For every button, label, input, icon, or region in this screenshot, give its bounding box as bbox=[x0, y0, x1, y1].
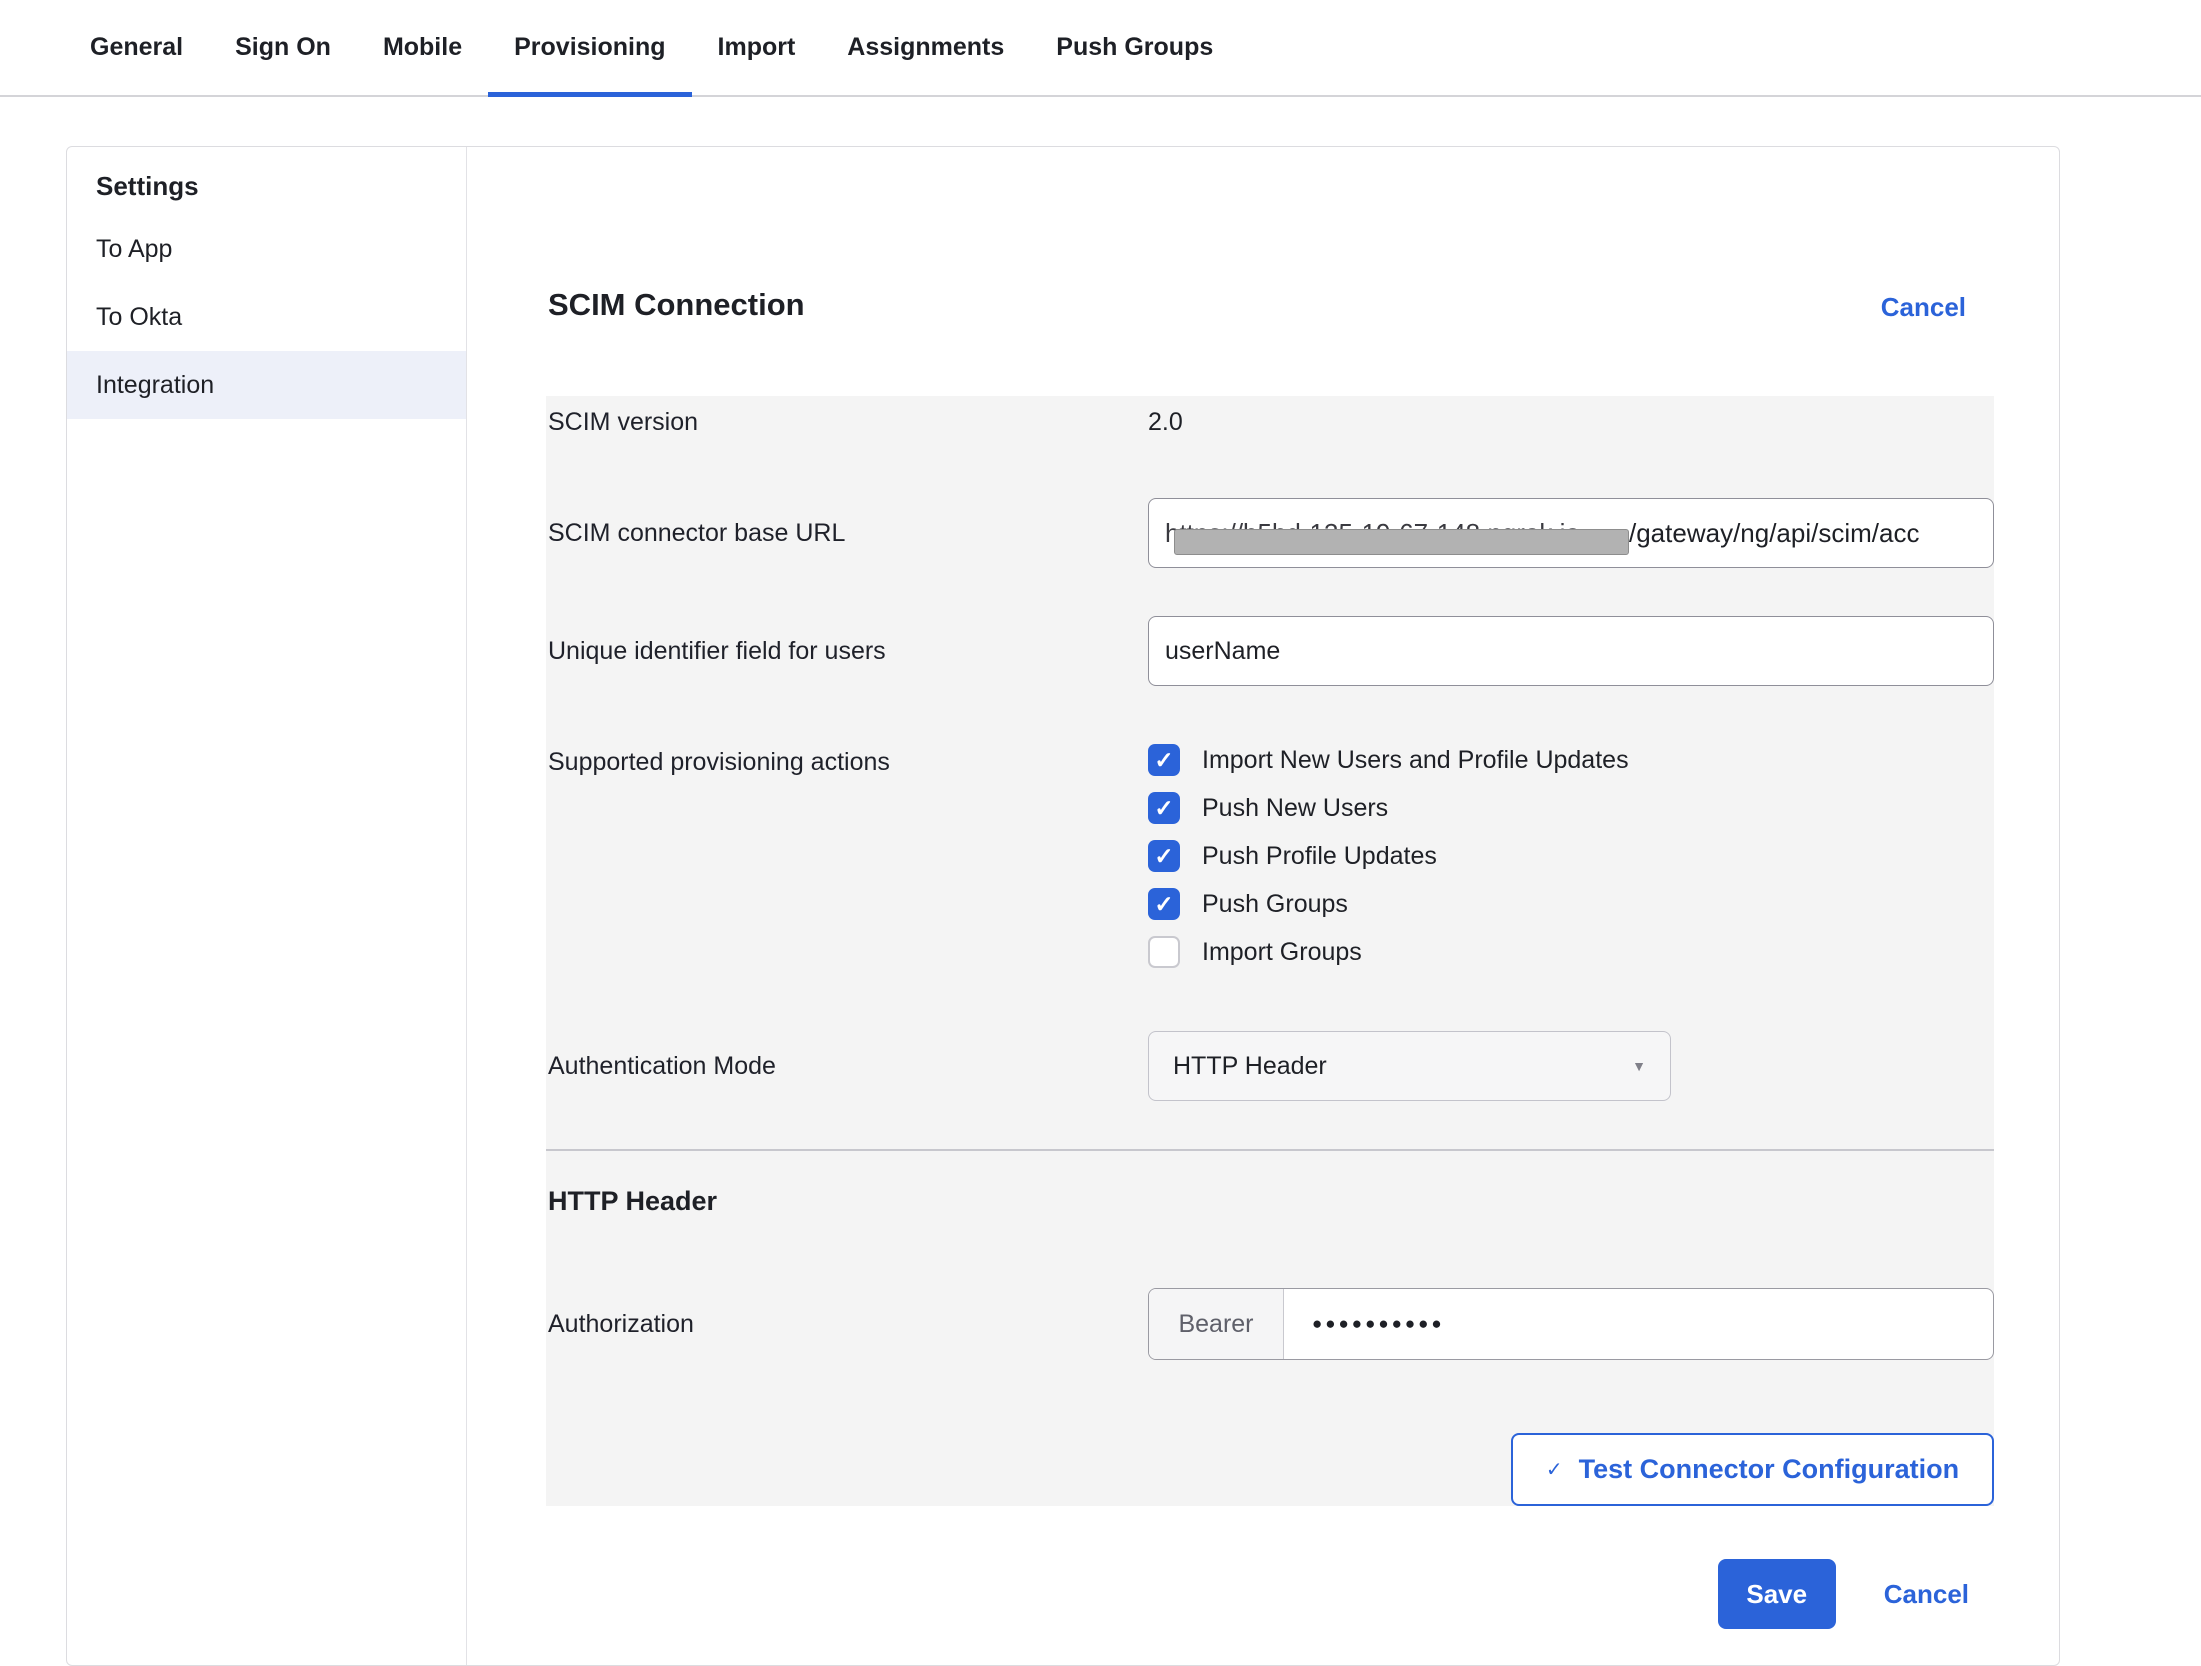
header-cancel-link[interactable]: Cancel bbox=[1881, 292, 1966, 323]
test-connector-configuration-label: Test Connector Configuration bbox=[1579, 1454, 1959, 1485]
check-icon: ✓ bbox=[1546, 1457, 1563, 1482]
authentication-mode-label: Authentication Mode bbox=[546, 1052, 1148, 1081]
tab-assignments[interactable]: Assignments bbox=[821, 0, 1030, 95]
checkbox-label: Push Profile Updates bbox=[1202, 842, 1437, 871]
authorization-input-group: Bearer ●●●●●●●●●● bbox=[1148, 1288, 1994, 1360]
chevron-down-icon: ▼ bbox=[1632, 1058, 1646, 1074]
checkbox-label: Import New Users and Profile Updates bbox=[1202, 746, 1629, 775]
main-content: SCIM Connection Cancel SCIM version 2.0 … bbox=[546, 147, 1994, 1665]
provisioning-card: Settings To App To Okta Integration SCIM… bbox=[66, 146, 2060, 1666]
app-tab-bar: General Sign On Mobile Provisioning Impo… bbox=[0, 0, 2201, 97]
save-button[interactable]: Save bbox=[1718, 1559, 1836, 1629]
unique-identifier-input[interactable] bbox=[1148, 616, 1994, 686]
checkbox-row-push-profile-updates[interactable]: ✓ Push Profile Updates bbox=[1148, 832, 1629, 880]
authentication-mode-value: HTTP Header bbox=[1173, 1052, 1327, 1081]
footer-cancel-link[interactable]: Cancel bbox=[1884, 1579, 1969, 1610]
provisioning-actions-label: Supported provisioning actions bbox=[546, 736, 1148, 777]
checkbox-checked-icon[interactable]: ✓ bbox=[1148, 744, 1180, 776]
checkbox-row-push-new-users[interactable]: ✓ Push New Users bbox=[1148, 784, 1629, 832]
checkbox-checked-icon[interactable]: ✓ bbox=[1148, 840, 1180, 872]
checkbox-checked-icon[interactable]: ✓ bbox=[1148, 792, 1180, 824]
authentication-mode-select[interactable]: HTTP Header ▼ bbox=[1148, 1031, 1671, 1101]
page-title: SCIM Connection bbox=[548, 287, 805, 323]
checkbox-label: Push New Users bbox=[1202, 794, 1388, 823]
section-divider bbox=[546, 1149, 1994, 1151]
provisioning-actions-checklist: ✓ Import New Users and Profile Updates ✓… bbox=[1148, 736, 1629, 976]
tab-provisioning[interactable]: Provisioning bbox=[488, 0, 691, 95]
base-url-input[interactable]: https://b5bd-135-19-67-148.ngrok.io/gate… bbox=[1148, 498, 1994, 568]
checkbox-unchecked-icon[interactable] bbox=[1148, 936, 1180, 968]
scim-settings-panel: SCIM version 2.0 SCIM connector base URL… bbox=[546, 396, 1994, 1506]
settings-sidebar: Settings To App To Okta Integration bbox=[67, 147, 467, 1665]
checkbox-row-import-new-users[interactable]: ✓ Import New Users and Profile Updates bbox=[1148, 736, 1629, 784]
scim-version-label: SCIM version bbox=[546, 408, 1148, 437]
tab-import[interactable]: Import bbox=[692, 0, 822, 95]
base-url-visible-tail: /gateway/ng/api/scim/acc bbox=[1629, 518, 1919, 549]
tab-general[interactable]: General bbox=[64, 0, 209, 95]
checkbox-row-import-groups[interactable]: Import Groups bbox=[1148, 928, 1629, 976]
unique-identifier-label: Unique identifier field for users bbox=[546, 637, 1148, 666]
form-footer: Save Cancel bbox=[1718, 1559, 1994, 1629]
redaction-bar bbox=[1174, 529, 1629, 555]
test-connector-configuration-button[interactable]: ✓ Test Connector Configuration bbox=[1511, 1433, 1994, 1506]
sidebar-item-to-okta[interactable]: To Okta bbox=[67, 283, 466, 351]
checkbox-label: Import Groups bbox=[1202, 938, 1362, 967]
sidebar-item-to-app[interactable]: To App bbox=[67, 215, 466, 283]
checkbox-label: Push Groups bbox=[1202, 890, 1348, 919]
authorization-token-input[interactable]: ●●●●●●●●●● bbox=[1284, 1289, 1993, 1359]
checkbox-row-push-groups[interactable]: ✓ Push Groups bbox=[1148, 880, 1629, 928]
base-url-label: SCIM connector base URL bbox=[546, 519, 1148, 548]
authorization-label: Authorization bbox=[546, 1310, 1148, 1339]
provisioning-actions-row: Supported provisioning actions ✓ Import … bbox=[546, 736, 1994, 976]
unique-identifier-row: Unique identifier field for users bbox=[546, 616, 1994, 686]
base-url-row: SCIM connector base URL https://b5bd-135… bbox=[546, 498, 1994, 568]
sidebar-title: Settings bbox=[67, 147, 466, 215]
authorization-row: Authorization Bearer ●●●●●●●●●● bbox=[546, 1288, 1994, 1360]
tab-sign-on[interactable]: Sign On bbox=[209, 0, 357, 95]
sidebar-item-integration[interactable]: Integration bbox=[67, 351, 466, 419]
checkbox-checked-icon[interactable]: ✓ bbox=[1148, 888, 1180, 920]
scim-version-value: 2.0 bbox=[1148, 408, 1183, 437]
authentication-mode-row: Authentication Mode HTTP Header ▼ bbox=[546, 1031, 1994, 1101]
tab-mobile[interactable]: Mobile bbox=[357, 0, 488, 95]
scim-version-row: SCIM version 2.0 bbox=[546, 408, 1994, 437]
bearer-prefix: Bearer bbox=[1149, 1289, 1284, 1359]
tab-push-groups[interactable]: Push Groups bbox=[1030, 0, 1239, 95]
http-header-section-title: HTTP Header bbox=[548, 1186, 717, 1217]
